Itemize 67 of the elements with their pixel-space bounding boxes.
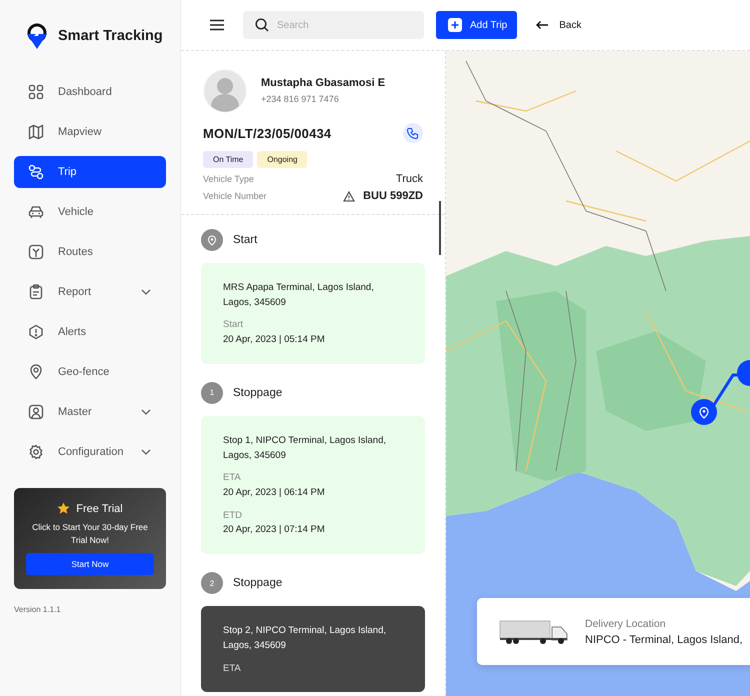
promo-text: Click to Start Your 30-day Free Trial Now! xyxy=(31,521,149,546)
promo-title: Free Trial xyxy=(76,502,123,514)
stop-card[interactable]: Stop 1, NIPCO Terminal, Lagos Island, Lagos, 345609 ETA 20 Apr, 2023 | 06:14 PM ETD 20 Apr, 2023 | 07:14 PM xyxy=(201,416,425,554)
scrollbar-thumb[interactable] xyxy=(439,201,441,255)
time-value: 20 Apr, 2023 | 07:14 PM xyxy=(223,523,326,538)
plus-icon xyxy=(448,18,462,32)
stop-number: 2 xyxy=(201,572,223,594)
sidebar-item[interactable]: Master xyxy=(14,396,166,428)
arrow-left-icon xyxy=(535,20,550,30)
stop-card[interactable]: Stop 2, NIPCO Terminal, Lagos Island, Lagos, 345609 ETA xyxy=(201,606,425,692)
sidebar-item[interactable]: Mapview xyxy=(14,116,166,148)
brand-name: Smart Tracking xyxy=(58,28,163,44)
settings-icon xyxy=(28,444,44,460)
status-tag: Ongoing xyxy=(257,151,308,168)
route-icon xyxy=(28,164,44,180)
status-tag: On Time xyxy=(203,151,254,168)
avatar-placeholder xyxy=(203,69,247,113)
sidebar-item[interactable]: Vehicle xyxy=(14,196,166,228)
detail-label: Vehicle Type xyxy=(203,174,254,184)
car-icon xyxy=(28,204,44,220)
stop-title: Stoppage xyxy=(233,386,282,399)
back-button[interactable]: Back xyxy=(529,18,588,32)
time-value: 20 Apr, 2023 | 05:14 PM xyxy=(223,333,326,348)
sidebar-item[interactable]: Geo-fence xyxy=(14,356,166,388)
phone-icon xyxy=(407,127,419,139)
detail-value: BUU 599ZD xyxy=(363,190,423,202)
detail-label: Vehicle Number xyxy=(203,191,267,201)
delivery-location: NIPCO - Terminal, Lagos Island, xyxy=(585,634,743,646)
stop-number: 1 xyxy=(201,382,223,404)
time-value: 20 Apr, 2023 | 06:14 PM xyxy=(223,486,326,500)
sidebar-item[interactable]: Report xyxy=(14,276,166,308)
stop-address: Stop 1, NIPCO Terminal, Lagos Island, Lagos, 345609 xyxy=(223,434,387,463)
stop-address: Stop 2, NIPCO Terminal, Lagos Island, Lagos, 345609 xyxy=(223,624,387,653)
grid-icon xyxy=(28,84,44,100)
add-trip-button[interactable]: Add Trip xyxy=(436,11,518,39)
fork-sign-icon xyxy=(28,244,44,260)
time-label: Start xyxy=(223,318,244,332)
detail-value: Truck xyxy=(396,173,423,185)
map-icon xyxy=(28,124,44,140)
location-marker-icon xyxy=(201,229,223,251)
menu-icon[interactable] xyxy=(209,19,225,31)
user-icon xyxy=(28,404,44,420)
search-icon xyxy=(255,18,269,32)
time-label: ETA xyxy=(223,662,242,676)
sidebar-item[interactable]: Dashboard xyxy=(14,76,166,108)
stop-card[interactable]: MRS Apapa Terminal, Lagos Island, Lagos, 345609 Start 20 Apr, 2023 | 05:14 PM xyxy=(201,263,425,364)
alert-icon xyxy=(28,324,44,340)
sidebar-item[interactable]: Configuration xyxy=(14,436,166,468)
star-icon xyxy=(57,502,70,515)
call-button[interactable] xyxy=(403,123,423,143)
sidebar-item[interactable]: Routes xyxy=(14,236,166,268)
trip-id: MON/LT/23/05/00434 xyxy=(203,126,332,140)
search-field[interactable]: Search xyxy=(243,11,424,39)
time-label: ETD xyxy=(223,508,243,523)
sidebar-item[interactable]: Alerts xyxy=(14,316,166,348)
sidebar-item[interactable]: Trip xyxy=(14,156,166,188)
stop-title: Stoppage xyxy=(233,577,282,590)
delivery-label: Delivery Location xyxy=(585,618,667,630)
start-now-button[interactable]: Start Now xyxy=(26,552,154,574)
time-label: ETA xyxy=(223,471,242,486)
clipboard-icon xyxy=(28,284,44,300)
driver-name: Mustapha Gbasamosi E xyxy=(261,77,386,89)
version-text: Version 1.1.1 xyxy=(14,604,62,614)
stop-title: Start xyxy=(233,234,258,246)
phone-number: +234 816 971 7476 xyxy=(261,94,340,104)
stop-address: MRS Apapa Terminal, Lagos Island, Lagos, 345609 xyxy=(223,281,375,310)
logo-icon xyxy=(24,22,50,50)
